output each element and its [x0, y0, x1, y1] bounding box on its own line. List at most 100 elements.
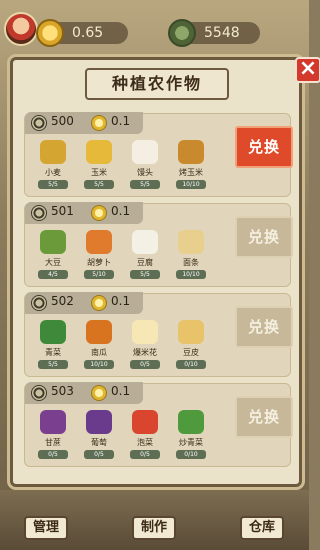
crop-item: 炒青菜 0/10	[169, 410, 213, 459]
coin-balance: 0.65	[36, 19, 128, 47]
crop-item: 葡萄 0/5	[77, 410, 121, 459]
crop-count: 10/10	[84, 360, 114, 369]
crop-name: 炒青菜	[179, 438, 203, 447]
gold-coin-icon	[91, 385, 107, 401]
crop-count: 10/10	[176, 180, 206, 189]
top-bar: 0.65 5548	[0, 0, 309, 62]
greens-icon	[40, 320, 66, 344]
cost-secondary: 0.1	[111, 384, 131, 398]
token-balance-value: 5548	[204, 25, 240, 41]
exchange-card: 500 0.1 小麦 5/5 玉米 5/5 馒头 5/5 烤玉米 10/10 兑换	[24, 112, 293, 197]
tofu-skin-icon	[178, 320, 204, 344]
crop-count: 5/5	[38, 180, 68, 189]
crop-item: 馒头 5/5	[123, 140, 167, 189]
crop-count: 0/5	[38, 450, 68, 459]
crop-count: 5/5	[84, 180, 114, 189]
crop-count: 4/5	[38, 270, 68, 279]
crop-count: 5/10	[84, 270, 114, 279]
cost-tag: 503 0.1	[25, 382, 143, 404]
gold-coin-icon	[91, 115, 107, 131]
corn-icon	[86, 140, 112, 164]
crop-item: 甘蔗 0/5	[31, 410, 75, 459]
crop-name: 小麦	[45, 168, 61, 177]
dialog-title: 种植农作物	[85, 68, 229, 100]
crop-count: 5/5	[130, 180, 160, 189]
crop-item: 豆皮 0/10	[169, 320, 213, 369]
crop-count: 5/5	[38, 360, 68, 369]
crop-item: 面条 10/10	[169, 230, 213, 279]
tofu-icon	[132, 230, 158, 254]
crop-name: 青菜	[45, 348, 61, 357]
cost-primary: 501	[51, 204, 74, 218]
crop-name: 烤玉米	[179, 168, 203, 177]
exchange-button[interactable]: 兑换	[235, 306, 293, 348]
crop-item: 玉米 5/5	[77, 140, 121, 189]
token-balance: 5548	[168, 19, 260, 47]
crop-name: 豆皮	[183, 348, 199, 357]
crop-name: 豆腐	[137, 258, 153, 267]
popcorn-icon	[132, 320, 158, 344]
exchange-button[interactable]: 兑换	[235, 396, 293, 438]
crop-item: 小麦 5/5	[31, 140, 75, 189]
crop-name: 大豆	[45, 258, 61, 267]
token-icon	[31, 115, 47, 131]
wheat-icon	[40, 140, 66, 164]
pumpkin-icon	[86, 320, 112, 344]
token-icon	[31, 385, 47, 401]
grape-icon	[86, 410, 112, 434]
cost-tag: 500 0.1	[25, 112, 143, 134]
crop-count: 0/5	[84, 450, 114, 459]
steamed-bun-icon	[132, 140, 158, 164]
exchange-button[interactable]: 兑换	[235, 216, 293, 258]
cost-tag: 502 0.1	[25, 292, 143, 314]
cost-secondary: 0.1	[111, 204, 131, 218]
crop-name: 爆米花	[133, 348, 157, 357]
sugarcane-icon	[40, 410, 66, 434]
soybean-icon	[40, 230, 66, 254]
fried-greens-icon	[178, 410, 204, 434]
gold-coin-icon	[91, 205, 107, 221]
crop-item: 烤玉米 10/10	[169, 140, 213, 189]
token-icon	[168, 19, 196, 47]
noodles-icon	[178, 230, 204, 254]
crop-item: 南瓜 10/10	[77, 320, 121, 369]
avatar[interactable]	[4, 12, 38, 46]
cost-primary: 502	[51, 294, 74, 308]
crop-count: 5/5	[130, 270, 160, 279]
carrot-icon	[86, 230, 112, 254]
crop-count: 0/10	[176, 360, 206, 369]
crop-name: 南瓜	[91, 348, 107, 357]
crop-item: 大豆 4/5	[31, 230, 75, 279]
gold-coin-icon	[91, 295, 107, 311]
make-button[interactable]: 制作	[132, 516, 176, 540]
token-icon	[31, 295, 47, 311]
crop-count: 0/5	[130, 360, 160, 369]
gold-coin-icon	[36, 19, 64, 47]
crop-count: 10/10	[176, 270, 206, 279]
cost-primary: 500	[51, 114, 74, 128]
exchange-card: 503 0.1 甘蔗 0/5 葡萄 0/5 泡菜 0/5 炒青菜 0/10 兑换	[24, 382, 293, 467]
exchange-card: 502 0.1 青菜 5/5 南瓜 10/10 爆米花 0/5 豆皮 0/10 兑换	[24, 292, 293, 377]
crop-item: 豆腐 5/5	[123, 230, 167, 279]
crop-item: 爆米花 0/5	[123, 320, 167, 369]
coin-balance-value: 0.65	[72, 25, 104, 41]
crop-name: 泡菜	[137, 438, 153, 447]
cost-secondary: 0.1	[111, 114, 131, 128]
crop-name: 馒头	[137, 168, 153, 177]
cost-tag: 501 0.1	[25, 202, 143, 224]
crop-item: 泡菜 0/5	[123, 410, 167, 459]
crop-name: 玉米	[91, 168, 107, 177]
crop-item: 青菜 5/5	[31, 320, 75, 369]
manage-button[interactable]: 管理	[24, 516, 68, 540]
exchange-button[interactable]: 兑换	[235, 126, 293, 168]
cost-secondary: 0.1	[111, 294, 131, 308]
close-button[interactable]: ×	[295, 57, 320, 83]
crop-name: 葡萄	[91, 438, 107, 447]
cost-primary: 503	[51, 384, 74, 398]
crop-name: 甘蔗	[45, 438, 61, 447]
exchange-card: 501 0.1 大豆 4/5 胡萝卜 5/10 豆腐 5/5 面条 10/10 兑换	[24, 202, 293, 287]
token-icon	[31, 205, 47, 221]
warehouse-button[interactable]: 仓库	[240, 516, 284, 540]
plant-crops-dialog: 种植农作物 × 500 0.1 小麦 5/5 玉米 5/5 馒头 5/5 烤玉米 10/10 兑换 5…	[10, 57, 320, 487]
kimchi-icon	[132, 410, 158, 434]
